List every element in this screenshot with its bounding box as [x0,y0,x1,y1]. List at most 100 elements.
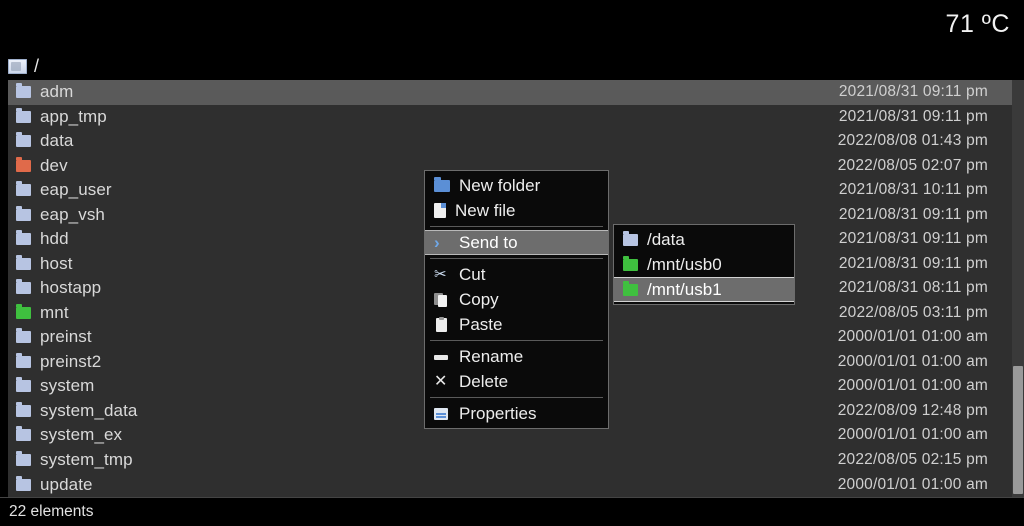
folder-blue-icon [16,205,31,221]
send-to-submenu[interactable]: /data/mnt/usb0/mnt/usb1 [613,224,795,305]
file-modified-date: 2022/08/08 01:43 pm [837,132,988,150]
properties-icon [434,407,450,421]
folder-blue-icon [16,181,31,197]
menu-item-label: New folder [459,175,541,195]
chevron-right-icon: › [434,232,440,252]
file-name: system_tmp [40,449,133,469]
submenu-item-mnt-usb0[interactable]: /mnt/usb0 [614,252,794,277]
file-name: update [40,474,93,494]
file-modified-date: 2021/08/31 09:11 pm [838,83,988,101]
file-modified-date: 2021/08/31 09:11 pm [838,254,988,272]
file-modified-date: 2021/08/31 09:11 pm [838,205,988,223]
copy-icon [434,292,450,307]
menu-item-delete[interactable]: ✕ Delete [425,369,608,394]
submenu-item-label: /data [647,229,685,249]
file-name: system [40,376,95,396]
breadcrumb-path: / [34,55,40,76]
folder-blue-icon [16,328,31,344]
folder-blue-icon [16,254,31,270]
status-bar: 22 elements [0,497,1024,526]
file-manager-screen: 71 ºC / adm 2021/08/31 09:11 pm app_tmp 202… [0,0,1024,526]
file-modified-date: 2000/01/01 01:00 am [837,352,988,370]
folder-blue-icon [16,132,31,148]
folder-blue-icon [16,83,31,99]
file-modified-date: 2021/08/31 09:11 pm [838,107,988,125]
file-name: preinst2 [40,351,102,371]
file-icon [434,203,446,218]
vertical-scrollbar-track[interactable] [1012,80,1024,497]
table-row[interactable]: app_tmp 2021/08/31 09:11 pm [8,105,1016,130]
folder-blue-icon [16,426,31,442]
file-name: host [40,253,73,273]
context-menu[interactable]: New folder New file › Send to ✂ Cut Copy Paste R… [424,170,609,429]
scissors-icon: ✂ [434,265,447,283]
file-modified-date: 2000/01/01 01:00 am [837,377,988,395]
breadcrumb[interactable]: / [8,54,39,78]
top-bar: 71 ºC [0,0,1024,48]
vertical-scrollbar-thumb[interactable] [1013,366,1023,494]
file-name: hostapp [40,278,102,298]
file-modified-date: 2021/08/31 08:11 pm [838,279,988,297]
menu-separator [430,397,603,398]
menu-item-properties[interactable]: Properties [425,401,608,426]
menu-item-label: Delete [459,371,509,391]
menu-item-label: Paste [459,314,503,334]
menu-item-new-folder[interactable]: New folder [425,173,608,198]
menu-item-copy[interactable]: Copy [425,287,608,312]
menu-item-paste[interactable]: Paste [425,312,608,337]
menu-separator [430,258,603,259]
menu-item-new-file[interactable]: New file [425,198,608,223]
submenu-item-label: /mnt/usb1 [647,279,722,299]
submenu-item-data[interactable]: /data [614,227,794,252]
file-name: hdd [40,229,69,249]
file-name: app_tmp [40,106,107,126]
menu-item-rename[interactable]: Rename [425,344,608,369]
file-name: mnt [40,302,69,322]
folder-green-icon [623,280,638,296]
file-modified-date: 2000/01/01 01:00 am [837,426,988,444]
table-row[interactable]: update 2000/01/01 01:00 am [8,472,1016,497]
menu-item-send-to[interactable]: › Send to [425,230,608,255]
file-name: dev [40,155,68,175]
folder-icon [434,176,450,192]
file-modified-date: 2022/08/05 02:15 pm [837,450,988,468]
clipboard-icon [434,316,450,332]
file-name: eap_user [40,180,112,200]
file-name: preinst [40,327,92,347]
file-modified-date: 2022/08/09 12:48 pm [837,401,988,419]
submenu-item-mnt-usb1[interactable]: /mnt/usb1 [614,277,794,302]
menu-item-label: New file [455,200,516,220]
table-row[interactable]: system_tmp 2022/08/05 02:15 pm [8,448,1016,473]
folder-blue-icon [623,230,638,246]
folder-green-icon [16,303,31,319]
file-modified-date: 2021/08/31 10:11 pm [838,181,988,199]
file-modified-date: 2022/08/05 03:11 pm [838,303,988,321]
file-modified-date: 2000/01/01 01:00 am [837,475,988,493]
delete-x-icon: ✕ [434,372,448,390]
folder-blue-icon [16,377,31,393]
folder-blue-icon [16,230,31,246]
table-row[interactable]: data 2022/08/08 01:43 pm [8,129,1016,154]
folder-blue-icon [16,107,31,123]
file-name: system_ex [40,425,123,445]
menu-item-cut[interactable]: ✂ Cut [425,262,608,287]
menu-item-label: Cut [459,264,486,284]
submenu-item-label: /mnt/usb0 [647,254,722,274]
file-modified-date: 2022/08/05 02:07 pm [837,156,988,174]
file-name: system_data [40,400,138,420]
folder-green-icon [623,255,638,271]
folder-blue-icon [16,450,31,466]
rename-icon [434,350,450,364]
folder-blue-icon [16,401,31,417]
file-name: eap_vsh [40,204,105,224]
folder-red-icon [16,156,31,172]
folder-blue-icon [16,279,31,295]
drive-folder-icon [8,58,27,74]
table-row[interactable]: adm 2021/08/31 09:11 pm [8,80,1016,105]
element-count-label: 22 elements [9,503,94,520]
menu-item-label: Rename [459,346,524,366]
menu-separator [430,226,603,227]
file-modified-date: 2000/01/01 01:00 am [837,328,988,346]
file-modified-date: 2021/08/31 09:11 pm [838,230,988,248]
menu-item-label: Send to [459,232,518,252]
